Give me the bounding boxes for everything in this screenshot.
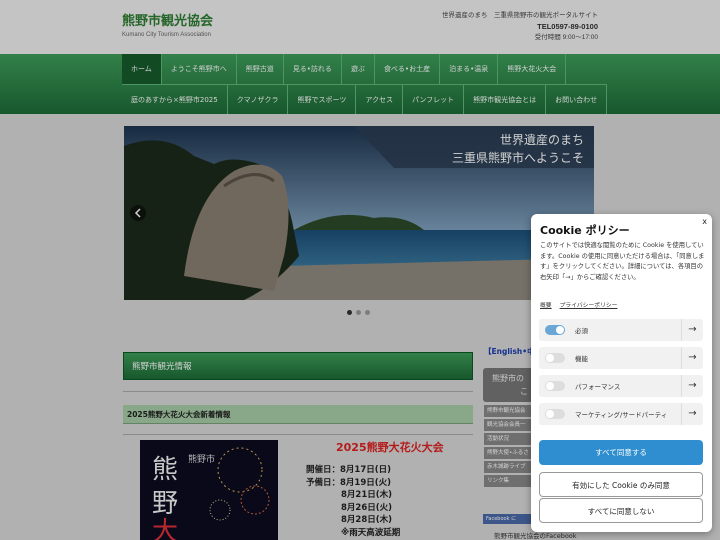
arrow-right-icon[interactable]: → [681,347,703,369]
cookie-category-required: 必須 → [539,319,703,341]
cookie-category-functional: 機能 → [539,347,703,369]
overview-link[interactable]: 概要 [540,300,552,309]
toggle-required[interactable] [545,325,565,335]
toggle-functional[interactable] [545,353,565,363]
arrow-right-icon[interactable]: → [681,319,703,341]
accept-selected-button[interactable]: 有効にした Cookie のみ同意 [539,472,703,497]
category-label: 機能 [575,355,588,363]
reject-all-button[interactable]: すべてに同意しない [539,498,703,523]
arrow-right-icon[interactable]: → [681,375,703,397]
category-label: マーケティング/サードパーティ [575,411,668,419]
cookie-title: Cookie ポリシー [540,224,630,237]
accept-all-button[interactable]: すべて同意する [539,440,703,465]
arrow-right-icon[interactable]: → [681,403,703,425]
privacy-policy-link[interactable]: プライバシーポリシー [560,300,618,309]
cookie-category-marketing: マーケティング/サードパーティ → [539,403,703,425]
category-label: パフォーマンス [575,383,621,391]
toggle-performance[interactable] [545,381,565,391]
cookie-dialog: x Cookie ポリシー このサイトでは快適な閲覧のために Cookie を使… [531,214,712,532]
cookie-category-performance: パフォーマンス → [539,375,703,397]
cookie-description: このサイトでは快適な閲覧のために Cookie を使用しています。Cookie … [540,242,705,281]
category-label: 必須 [575,327,588,335]
cookie-links: 概要 プライバシーポリシー [540,300,617,309]
toggle-marketing[interactable] [545,409,565,419]
close-icon[interactable]: x [702,217,707,226]
